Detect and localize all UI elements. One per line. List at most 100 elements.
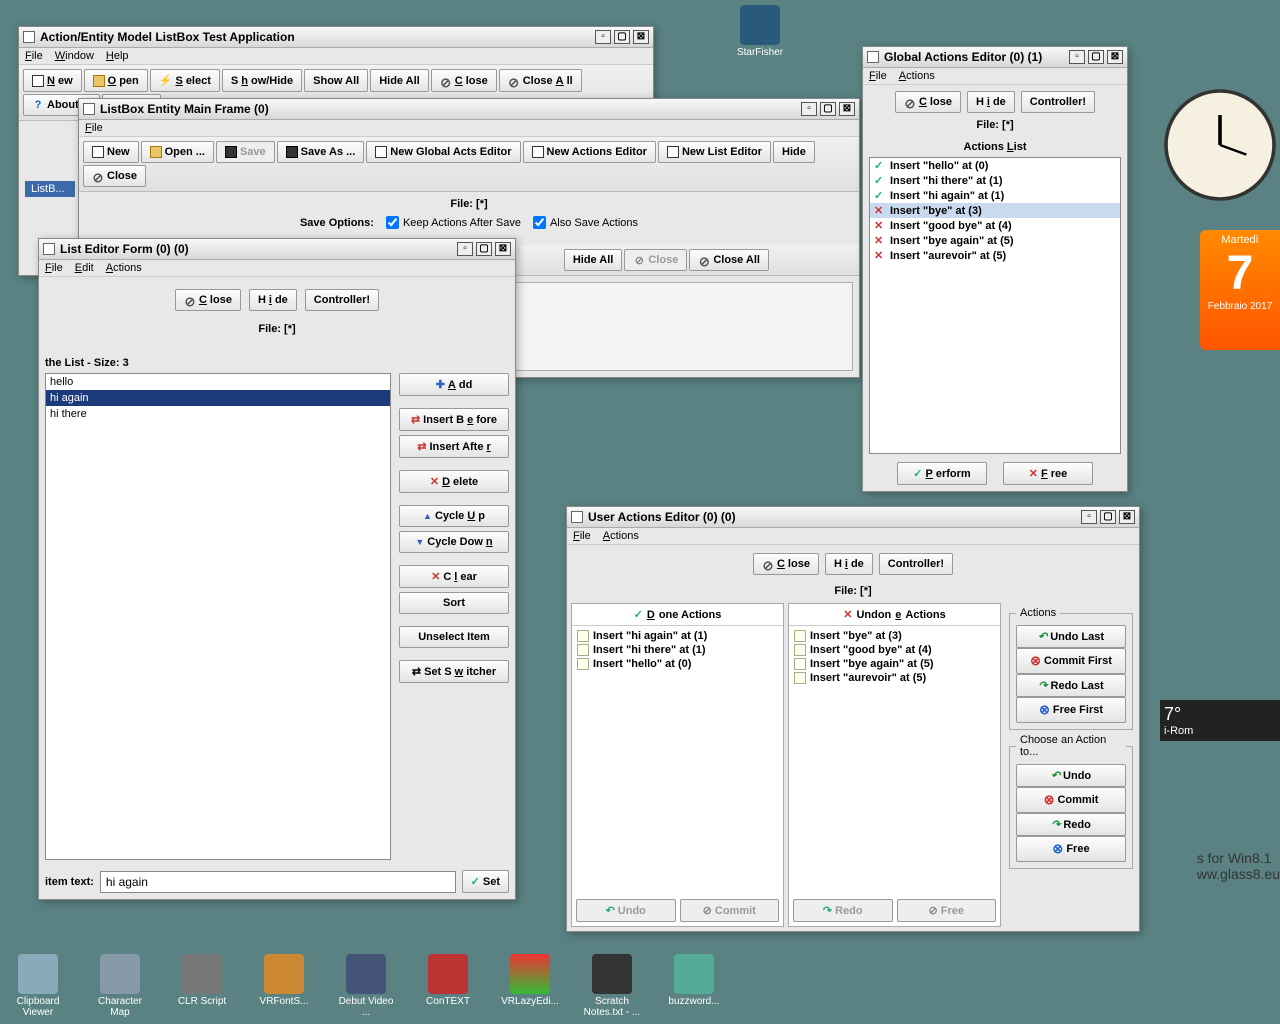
action-item[interactable]: Insert "bye again" at (5) bbox=[792, 657, 997, 671]
close-button[interactable]: Close bbox=[83, 165, 146, 187]
cycle-down-button[interactable]: Cycle Down bbox=[399, 531, 509, 553]
desktop-icon[interactable]: ConTEXT bbox=[418, 954, 478, 1018]
cycle-up-button[interactable]: Cycle Up bbox=[399, 505, 509, 527]
hide-button[interactable]: Hide bbox=[825, 553, 873, 575]
maximize-button[interactable]: ▢ bbox=[1100, 510, 1116, 524]
hide-button[interactable]: Hide bbox=[773, 141, 815, 163]
hideall-button[interactable]: Hide All bbox=[370, 69, 429, 92]
also-save-checkbox[interactable]: Also Save Actions bbox=[533, 216, 638, 229]
controller-button[interactable]: Controller! bbox=[879, 553, 953, 575]
the-list[interactable]: hello hi again hi there bbox=[45, 373, 391, 860]
action-item[interactable]: Insert "hello" at (0) bbox=[870, 158, 1120, 173]
menu-actions[interactable]: Actions bbox=[899, 70, 935, 82]
free-first-button[interactable]: Free First bbox=[1016, 697, 1126, 723]
action-item[interactable]: Insert "hi again" at (1) bbox=[575, 629, 780, 643]
titlebar[interactable]: ListBox Entity Main Frame (0) ▫ ▢ ⊠ bbox=[79, 99, 859, 120]
new-actions-editor-button[interactable]: New Actions Editor bbox=[523, 141, 656, 163]
sidebar-item[interactable]: ListB... bbox=[25, 181, 75, 197]
menu-file[interactable]: File bbox=[25, 50, 43, 62]
showall-button[interactable]: Show All bbox=[304, 69, 368, 92]
item-text-input[interactable] bbox=[100, 871, 456, 893]
menu-actions[interactable]: Actions bbox=[603, 530, 639, 542]
choose-commit-button[interactable]: Commit bbox=[1016, 787, 1126, 813]
desktop-icon[interactable]: VRFontS... bbox=[254, 954, 314, 1018]
titlebar[interactable]: Action/Entity Model ListBox Test Applica… bbox=[19, 27, 653, 48]
action-item[interactable]: Insert "hi there" at (1) bbox=[575, 643, 780, 657]
menu-help[interactable]: Help bbox=[106, 50, 129, 62]
close-button[interactable]: Close bbox=[753, 553, 819, 575]
maximize-button[interactable]: ▢ bbox=[820, 102, 836, 116]
hideall-button[interactable]: Hide All bbox=[564, 249, 623, 271]
desktop-icon[interactable]: Character Map bbox=[90, 954, 150, 1018]
insert-after-button[interactable]: Insert After bbox=[399, 435, 509, 458]
showhide-button[interactable]: Show/Hide bbox=[222, 69, 302, 92]
maximize-button[interactable]: ▢ bbox=[614, 30, 630, 44]
new-button[interactable]: New bbox=[83, 141, 139, 163]
desktop-icon[interactable]: Debut Video ... bbox=[336, 954, 396, 1018]
action-item[interactable]: Insert "good bye" at (4) bbox=[792, 643, 997, 657]
saveas-button[interactable]: Save As ... bbox=[277, 141, 365, 163]
undo-last-button[interactable]: Undo Last bbox=[1016, 625, 1126, 648]
choose-free-button[interactable]: Free bbox=[1016, 836, 1126, 862]
set-switcher-button[interactable]: ⇄ Set Switcher bbox=[399, 660, 509, 683]
minimize-button[interactable]: ▫ bbox=[1081, 510, 1097, 524]
new-global-acts-button[interactable]: New Global Acts Editor bbox=[366, 141, 520, 163]
list-item[interactable]: hi there bbox=[46, 406, 390, 422]
desktop-icon[interactable]: buzzword... bbox=[664, 954, 724, 1018]
close-button[interactable]: Close bbox=[895, 91, 961, 113]
set-button[interactable]: Set bbox=[462, 870, 509, 893]
action-item[interactable]: Insert "hello" at (0) bbox=[575, 657, 780, 671]
minimize-button[interactable]: ▫ bbox=[801, 102, 817, 116]
done-list[interactable]: Insert "hi again" at (1)Insert "hi there… bbox=[572, 626, 783, 895]
undone-list[interactable]: Insert "bye" at (3)Insert "good bye" at … bbox=[789, 626, 1000, 895]
add-button[interactable]: Add bbox=[399, 373, 509, 396]
maximize-button[interactable]: ▢ bbox=[476, 242, 492, 256]
insert-before-button[interactable]: Insert Before bbox=[399, 408, 509, 431]
action-item[interactable]: Insert "aurevoir" at (5) bbox=[792, 671, 997, 685]
closeall-button[interactable]: Close All bbox=[689, 249, 769, 271]
menu-edit[interactable]: Edit bbox=[75, 262, 94, 274]
menu-actions[interactable]: Actions bbox=[106, 262, 142, 274]
controller-button[interactable]: Controller! bbox=[1021, 91, 1095, 113]
titlebar[interactable]: User Actions Editor (0) (0) ▫ ▢ ⊠ bbox=[567, 507, 1139, 528]
menu-window[interactable]: Window bbox=[55, 50, 94, 62]
keep-actions-checkbox[interactable]: Keep Actions After Save bbox=[386, 216, 521, 229]
hide-button[interactable]: Hide bbox=[967, 91, 1015, 113]
titlebar[interactable]: Global Actions Editor (0) (1) ▫ ▢ ⊠ bbox=[863, 47, 1127, 68]
minimize-button[interactable]: ▫ bbox=[457, 242, 473, 256]
closeall-button[interactable]: Close All bbox=[499, 69, 582, 92]
actions-list[interactable]: Insert "hello" at (0)Insert "hi there" a… bbox=[869, 157, 1121, 454]
delete-button[interactable]: Delete bbox=[399, 470, 509, 493]
controller-button[interactable]: Controller! bbox=[305, 289, 379, 311]
commit-first-button[interactable]: Commit First bbox=[1016, 648, 1126, 674]
select-button[interactable]: ⚡ Select bbox=[150, 69, 220, 92]
perform-button[interactable]: Perform bbox=[897, 462, 987, 485]
desktop-icon[interactable]: Clipboard Viewer bbox=[8, 954, 68, 1018]
unselect-button[interactable]: Unselect Item bbox=[399, 626, 509, 648]
hide-button[interactable]: Hide bbox=[249, 289, 297, 311]
desktop-icon[interactable]: CLR Script bbox=[172, 954, 232, 1018]
action-item[interactable]: Insert "good bye" at (4) bbox=[870, 218, 1120, 233]
desktop-icon[interactable]: VRLazyEdi... bbox=[500, 954, 560, 1018]
maximize-button[interactable]: ▢ bbox=[1088, 50, 1104, 64]
choose-redo-button[interactable]: Redo bbox=[1016, 813, 1126, 836]
menu-file[interactable]: File bbox=[85, 122, 103, 134]
menu-file[interactable]: File bbox=[869, 70, 887, 82]
close-button[interactable]: Close bbox=[175, 289, 241, 311]
action-item[interactable]: Insert "hi there" at (1) bbox=[870, 173, 1120, 188]
clear-button[interactable]: Clear bbox=[399, 565, 509, 588]
desktop-icon[interactable]: Scratch Notes.txt - ... bbox=[582, 954, 642, 1018]
new-list-editor-button[interactable]: New List Editor bbox=[658, 141, 771, 163]
action-item[interactable]: Insert "bye again" at (5) bbox=[870, 233, 1120, 248]
menu-file[interactable]: File bbox=[45, 262, 63, 274]
close-button[interactable]: ⊠ bbox=[633, 30, 649, 44]
choose-undo-button[interactable]: Undo bbox=[1016, 764, 1126, 787]
free-button[interactable]: Free bbox=[1003, 462, 1093, 485]
list-item[interactable]: hello bbox=[46, 374, 390, 390]
redo-last-button[interactable]: Redo Last bbox=[1016, 674, 1126, 697]
titlebar[interactable]: List Editor Form (0) (0) ▫ ▢ ⊠ bbox=[39, 239, 515, 260]
open-button[interactable]: Open ... bbox=[141, 141, 214, 163]
open-button[interactable]: Open bbox=[84, 69, 148, 92]
action-item[interactable]: Insert "aurevoir" at (5) bbox=[870, 248, 1120, 263]
menu-file[interactable]: File bbox=[573, 530, 591, 542]
